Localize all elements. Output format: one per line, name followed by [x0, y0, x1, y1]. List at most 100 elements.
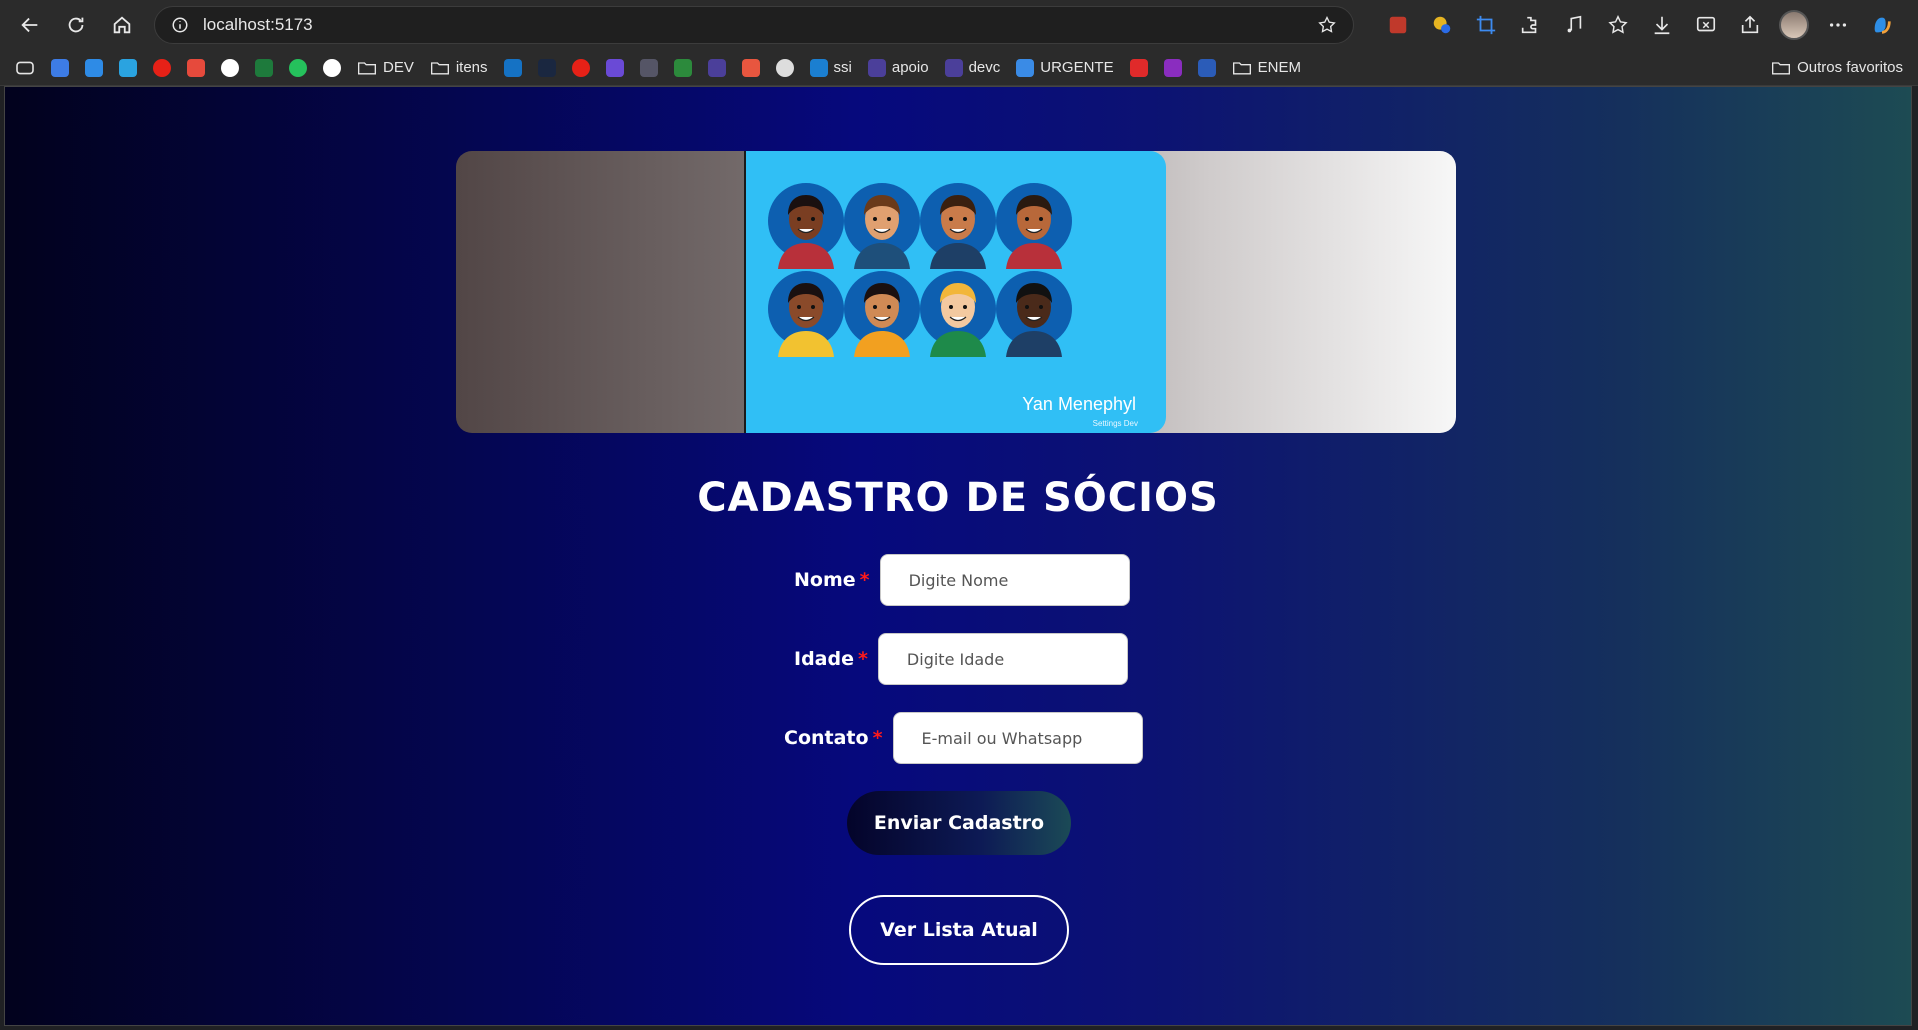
bookmark-item[interactable]	[637, 54, 661, 82]
bookmark-item[interactable]	[184, 54, 208, 82]
youtube-icon	[153, 58, 171, 77]
bookmark-item[interactable]	[48, 54, 72, 82]
bookmark-item[interactable]	[603, 54, 627, 82]
favorites-button[interactable]	[1598, 5, 1638, 45]
person-avatar-icon	[920, 271, 996, 357]
form-row-idade: Idade *	[794, 633, 1128, 685]
submit-button[interactable]: Enviar Cadastro	[847, 791, 1071, 855]
downloads-button[interactable]	[1642, 5, 1682, 45]
more-dots-icon	[1829, 23, 1847, 27]
person-avatar-icon	[920, 183, 996, 269]
bookmark-item[interactable]	[705, 54, 729, 82]
bookmark-item[interactable]	[671, 54, 695, 82]
onedrive-icon	[85, 58, 103, 77]
whatsapp-icon	[289, 58, 307, 77]
telegram-icon	[119, 58, 137, 77]
copilot-icon	[1874, 17, 1891, 34]
bookmark-item[interactable]	[320, 54, 344, 82]
screenshot-icon	[1696, 16, 1716, 32]
share-button[interactable]	[1730, 5, 1770, 45]
app-icon	[639, 58, 658, 77]
banner-author-name: Yan Menephyl	[1022, 394, 1136, 414]
contato-input[interactable]	[892, 712, 1143, 764]
bookmark-label: DEV	[383, 59, 414, 76]
app-icon	[1016, 58, 1035, 77]
bookmark-item[interactable]	[501, 54, 525, 82]
bookmark-item[interactable]	[150, 54, 174, 82]
bookmark-label: ssi	[833, 59, 852, 76]
bookmark-item[interactable]: devc	[942, 54, 1004, 82]
bookmark-item[interactable]	[1195, 54, 1219, 82]
bookmark-app-button[interactable]	[12, 54, 38, 82]
bookmark-item[interactable]	[252, 54, 276, 82]
bookmark-item[interactable]	[773, 54, 797, 82]
bookmark-item[interactable]	[535, 54, 559, 82]
reload-icon	[68, 17, 84, 33]
star-icon[interactable]	[1317, 15, 1337, 35]
tab-actions-icon	[16, 61, 34, 74]
favorites-star-icon	[1608, 15, 1628, 34]
screenshot-button[interactable]	[1686, 5, 1726, 45]
person-avatar-icon	[844, 183, 920, 269]
url-text[interactable]: localhost:5173	[203, 15, 1303, 35]
folder-icon	[1232, 61, 1251, 74]
music-note-icon	[1567, 15, 1582, 33]
profile-button[interactable]	[1774, 5, 1814, 45]
required-marker: *	[859, 569, 870, 591]
form-row-contato: Contato *	[784, 712, 1143, 764]
bookmark-folder[interactable]: ENEM	[1229, 54, 1304, 82]
app-icon	[867, 58, 886, 77]
extension-color-icon	[1433, 16, 1451, 34]
app-icon	[1129, 58, 1148, 77]
extensions-area	[1378, 5, 1902, 45]
field-label-nome: Nome *	[794, 569, 870, 591]
media-button[interactable]	[1554, 5, 1594, 45]
app-icon	[673, 58, 692, 77]
bookmark-item[interactable]	[739, 54, 763, 82]
bookmark-folder[interactable]: itens	[427, 54, 491, 82]
bookmark-item[interactable]	[286, 54, 310, 82]
extension-button[interactable]	[1422, 5, 1462, 45]
bookmark-item[interactable]	[1127, 54, 1151, 82]
excel-icon	[255, 58, 273, 77]
extensions-button[interactable]	[1510, 5, 1550, 45]
extension-red-icon	[1389, 16, 1407, 34]
app-icon	[707, 58, 726, 77]
bookmark-item[interactable]: URGENTE	[1013, 54, 1116, 82]
extension-button[interactable]	[1378, 5, 1418, 45]
home-button[interactable]	[102, 5, 142, 45]
person-avatar-icon	[768, 271, 844, 357]
form-row-nome: Nome *	[794, 554, 1130, 606]
bookmark-label: devc	[968, 59, 1001, 76]
more-menu-button[interactable]	[1818, 5, 1858, 45]
bookmark-item[interactable]	[82, 54, 106, 82]
info-icon	[172, 17, 188, 33]
bookmark-item[interactable]	[116, 54, 140, 82]
nome-input[interactable]	[879, 554, 1130, 606]
bookmark-item[interactable]: ssi	[807, 54, 855, 82]
youtube-icon	[571, 58, 590, 77]
bookmarks-bar: DEV itens ssi apoio devc URGENTE ENEM Outros f…	[0, 50, 1918, 86]
bookmark-item[interactable]	[218, 54, 242, 82]
back-button[interactable]	[10, 5, 50, 45]
view-list-button[interactable]: Ver Lista Atual	[849, 895, 1069, 965]
reload-button[interactable]	[56, 5, 96, 45]
banner-author-subtitle: Settings Dev	[1092, 419, 1138, 428]
extension-button[interactable]	[1466, 5, 1506, 45]
bookmark-item[interactable]	[569, 54, 593, 82]
crop-icon	[1476, 15, 1496, 35]
app-icon	[809, 58, 828, 77]
copilot-button[interactable]	[1862, 5, 1902, 45]
calendar-icon	[51, 58, 69, 77]
folder-icon	[358, 61, 376, 74]
idade-input[interactable]	[877, 633, 1128, 685]
bookmark-item[interactable]	[1161, 54, 1185, 82]
bookmark-folder-other-favorites[interactable]: Outros favoritos	[1768, 54, 1906, 82]
scrollbar[interactable]	[1907, 87, 1911, 1025]
address-bar[interactable]: localhost:5173	[154, 6, 1354, 44]
bookmark-folder[interactable]: DEV	[354, 54, 417, 82]
bookmark-item[interactable]: apoio	[865, 54, 932, 82]
google-icon	[221, 58, 239, 77]
page-title: CADASTRO DE SÓCIOS	[697, 475, 1219, 521]
gmail-icon	[187, 58, 205, 77]
